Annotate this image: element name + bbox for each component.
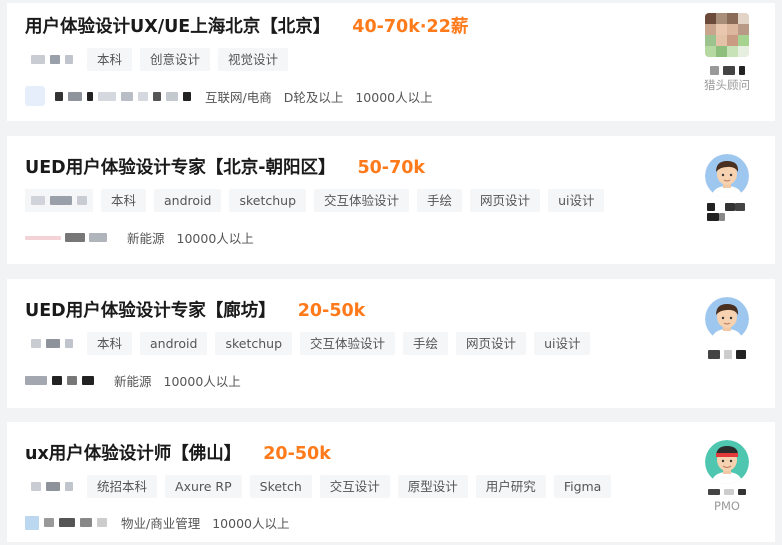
cartoon-man-avatar-icon	[705, 297, 749, 341]
recruiter-avatar[interactable]	[705, 154, 749, 198]
recruiter-avatar[interactable]	[705, 297, 749, 341]
recruiter-avatar[interactable]	[705, 440, 749, 484]
redacted-company-name	[25, 233, 107, 242]
job-card[interactable]: ux用户体验设计师【佛山】 20-50k 统招本科 Axure RP Sketc…	[7, 422, 775, 542]
redacted-recruiter-name	[707, 202, 747, 222]
job-card[interactable]: UED用户体验设计专家【廊坊】 20-50k 本科 android sketch…	[7, 279, 775, 408]
company-size: 10000人以上	[163, 374, 241, 389]
company-size: 10000人以上	[176, 231, 254, 246]
company-logo	[25, 86, 45, 106]
company-stage: D轮及以上	[283, 89, 344, 105]
company-industry: 互联网/电商	[205, 89, 272, 105]
tag: 网页设计	[456, 332, 527, 355]
job-title[interactable]: ux用户体验设计师【佛山】	[25, 440, 241, 465]
tag: sketchup	[229, 189, 307, 212]
tag: 交互体验设计	[314, 189, 410, 212]
redacted-tag	[25, 48, 79, 71]
tag: sketchup	[215, 332, 293, 355]
company-industry: 新能源	[127, 231, 165, 246]
redacted-recruiter-name	[708, 487, 746, 497]
tag: Axure RP	[165, 475, 242, 498]
company-size: 10000人以上	[212, 516, 290, 531]
tag: ui设计	[534, 332, 591, 355]
redacted-tag	[25, 332, 79, 355]
salary: 20-50k	[263, 444, 331, 464]
redacted-recruiter-name	[709, 65, 745, 75]
tag: 用户研究	[475, 475, 546, 498]
tag: ui设计	[548, 189, 605, 212]
redacted-company-name	[55, 91, 191, 101]
tag: android	[154, 189, 222, 212]
redacted-tag	[25, 475, 79, 498]
pixelated-avatar-icon	[705, 13, 749, 57]
redacted-company-name	[25, 515, 107, 530]
tag: 本科	[101, 189, 147, 212]
tag: 手绘	[417, 189, 463, 212]
tag: 创意设计	[140, 48, 211, 71]
job-title[interactable]: UED用户体验设计专家【北京-朝阳区】	[25, 154, 335, 179]
salary: 40-70k·22薪	[352, 17, 469, 37]
tag: 统招本科	[87, 475, 158, 498]
tag: 手绘	[403, 332, 449, 355]
company-industry: 新能源	[114, 374, 152, 389]
redacted-recruiter-name	[708, 349, 746, 359]
tag: 交互体验设计	[300, 332, 396, 355]
salary: 50-70k	[357, 158, 426, 178]
job-title[interactable]: 用户体验设计UX/UE上海北京【北京】	[25, 13, 330, 38]
redacted-tag	[25, 189, 93, 212]
salary: 20-50k	[297, 301, 366, 321]
tag: android	[140, 332, 208, 355]
company-industry: 物业/商业管理	[121, 516, 201, 531]
tag: 交互设计	[319, 475, 390, 498]
tag: 本科	[87, 332, 133, 355]
tag: 视觉设计	[218, 48, 289, 71]
cartoon-headband-avatar-icon	[705, 440, 749, 484]
recruiter-avatar[interactable]	[705, 13, 749, 57]
tag: Figma	[553, 475, 612, 498]
job-card[interactable]: UED用户体验设计专家【北京-朝阳区】 50-70k 本科 android sk…	[7, 136, 775, 264]
redacted-company-name	[25, 376, 94, 385]
job-card[interactable]: 用户体验设计UX/UE上海北京【北京】 40-70k·22薪 本科 创意设计 视…	[7, 3, 775, 121]
company-size: 10000人以上	[355, 89, 433, 105]
tag: Sketch	[249, 475, 312, 498]
tag: 本科	[87, 48, 133, 71]
job-title[interactable]: UED用户体验设计专家【廊坊】	[25, 297, 276, 322]
tag: 网页设计	[470, 189, 541, 212]
recruiter-title: 猎头顾问	[704, 78, 750, 92]
tag: 原型设计	[397, 475, 468, 498]
cartoon-man-avatar-icon	[705, 154, 749, 198]
recruiter-title: PMO	[714, 499, 740, 513]
